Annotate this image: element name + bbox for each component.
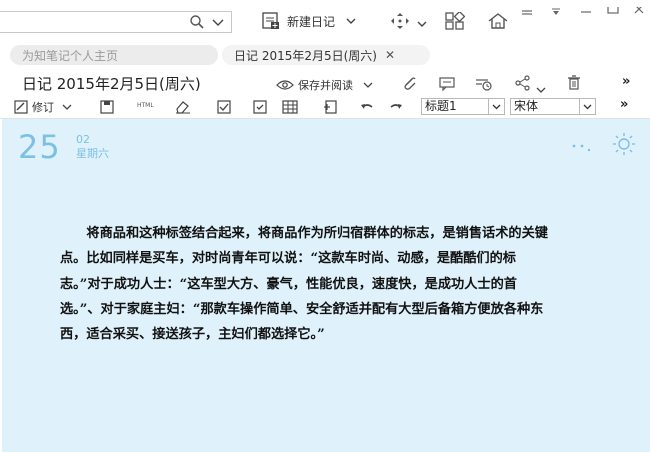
table-icon[interactable] — [282, 99, 298, 118]
eye-icon — [276, 80, 294, 90]
save-read-label: 保存并阅读 — [298, 79, 353, 92]
more-format-button[interactable]: » — [620, 97, 628, 112]
chevron-down-icon[interactable] — [345, 15, 357, 27]
tab-label: 为知笔记个人主页 — [22, 48, 119, 63]
home-icon[interactable] — [487, 12, 509, 34]
grid-view-icon[interactable] — [445, 10, 466, 34]
new-note-label: 新建日记 — [287, 14, 336, 29]
redo-icon[interactable] — [389, 99, 403, 118]
new-note-button[interactable]: 新建日记 — [261, 12, 357, 30]
window-dropdown-icon[interactable] — [550, 1, 562, 20]
html-icon[interactable]: HTML — [137, 102, 154, 109]
font-select[interactable]: 宋体 — [510, 98, 596, 115]
date-day: 25 — [18, 128, 61, 166]
chevron-down-icon[interactable] — [579, 99, 595, 114]
history-icon[interactable] — [475, 76, 493, 95]
close-window-icon[interactable] — [634, 0, 646, 19]
trash-icon[interactable] — [567, 75, 581, 95]
tab-diary[interactable]: 日记 2015年2月5日(周六) ✕ — [222, 45, 430, 65]
revise-button[interactable]: 修订 — [14, 99, 72, 115]
tab-bar: 为知笔记个人主页 日记 2015年2月5日(周六) ✕ — [0, 42, 650, 68]
chevron-down-icon[interactable] — [62, 102, 72, 112]
more-actions-button[interactable]: » — [622, 74, 630, 89]
chevron-down-icon[interactable] — [488, 99, 504, 114]
save-icon[interactable] — [100, 99, 114, 118]
save-and-read-button[interactable]: 保存并阅读 — [276, 77, 373, 93]
minimize-icon[interactable] — [580, 1, 592, 20]
date-weekday: 星期六 — [76, 147, 109, 160]
eraser-icon[interactable] — [175, 99, 191, 118]
window-menu-icon[interactable] — [520, 2, 534, 21]
weather-icon[interactable] — [571, 138, 591, 157]
close-tab-icon[interactable]: ✕ — [385, 48, 395, 62]
insert-icon[interactable] — [323, 99, 337, 118]
attachment-icon[interactable] — [402, 75, 416, 95]
chevron-down-icon[interactable] — [211, 14, 225, 30]
new-note-icon — [262, 12, 279, 29]
maximize-icon[interactable] — [607, 0, 619, 19]
search-box[interactable] — [0, 11, 232, 33]
comment-icon[interactable] — [439, 76, 455, 95]
search-icon[interactable] — [189, 14, 205, 30]
font-select-value: 宋体 — [514, 99, 539, 113]
top-toolbar: 新建日记 — [0, 0, 650, 42]
tab-home[interactable]: 为知笔记个人主页 — [10, 45, 218, 65]
checklist-icon[interactable] — [217, 99, 231, 118]
tab-label: 日记 2015年2月5日(周六) — [234, 48, 377, 63]
revise-label: 修订 — [32, 101, 54, 114]
chevron-down-icon[interactable] — [416, 15, 428, 34]
move-icon[interactable] — [390, 12, 410, 34]
revise-icon — [14, 100, 28, 114]
heading-select-value: 标题1 — [425, 99, 457, 113]
undo-icon[interactable] — [360, 99, 374, 118]
share-icon[interactable] — [515, 75, 531, 95]
note-body-paragraph[interactable]: 将商品和这种标签结合起来，将商品作为所归宿群体的标志，是销售话术的关键点。比如同… — [60, 221, 552, 347]
note-title: 日记 2015年2月5日(周六) — [22, 75, 201, 93]
chevron-down-icon[interactable] — [363, 80, 373, 90]
checkbox-icon[interactable] — [253, 99, 267, 118]
heading-select[interactable]: 标题1 — [421, 98, 505, 115]
sun-icon[interactable] — [612, 133, 636, 159]
